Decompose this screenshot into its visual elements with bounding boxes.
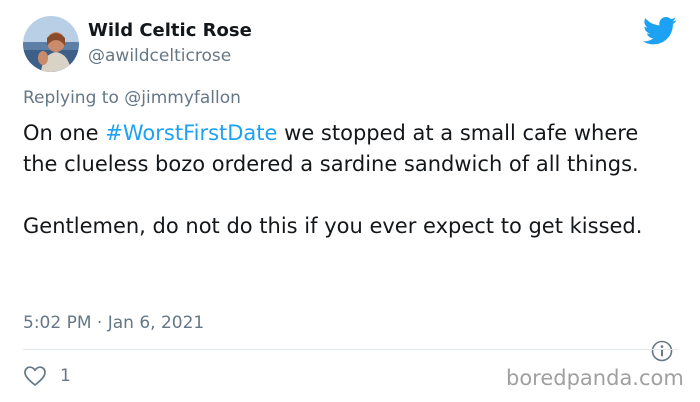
reply-mention-link[interactable]: @jimmyfallon: [124, 88, 241, 108]
tweet-paragraph-2: Gentlemen, do not do this if you ever ex…: [23, 214, 643, 238]
tweet-timestamp[interactable]: 5:02 PM · Jan 6, 2021: [23, 313, 204, 333]
author-name[interactable]: Wild Celtic Rose: [88, 20, 252, 41]
avatar[interactable]: [23, 16, 79, 72]
reply-context: Replying to @jimmyfallon: [23, 88, 241, 108]
author-handle[interactable]: @awildcelticrose: [88, 46, 231, 66]
hashtag-link[interactable]: #WorstFirstDate: [105, 121, 277, 145]
timestamp-separator: ·: [91, 313, 108, 333]
tweet-text-before-hashtag: On one: [23, 121, 106, 145]
tweet-time[interactable]: 5:02 PM: [23, 313, 92, 333]
divider: [23, 349, 678, 350]
tweet-date[interactable]: Jan 6, 2021: [108, 313, 205, 333]
twitter-bird-icon[interactable]: [643, 16, 677, 46]
tweet-paragraph-1: On one #WorstFirstDate we stopped at a s…: [23, 118, 673, 180]
info-icon[interactable]: [651, 340, 673, 362]
tweet-text: On one #WorstFirstDate we stopped at a s…: [23, 118, 673, 242]
watermark: boredpanda.com: [506, 366, 684, 390]
heart-icon[interactable]: [23, 365, 47, 387]
reply-prefix: Replying to: [23, 88, 119, 108]
like-count: 1: [60, 366, 71, 386]
